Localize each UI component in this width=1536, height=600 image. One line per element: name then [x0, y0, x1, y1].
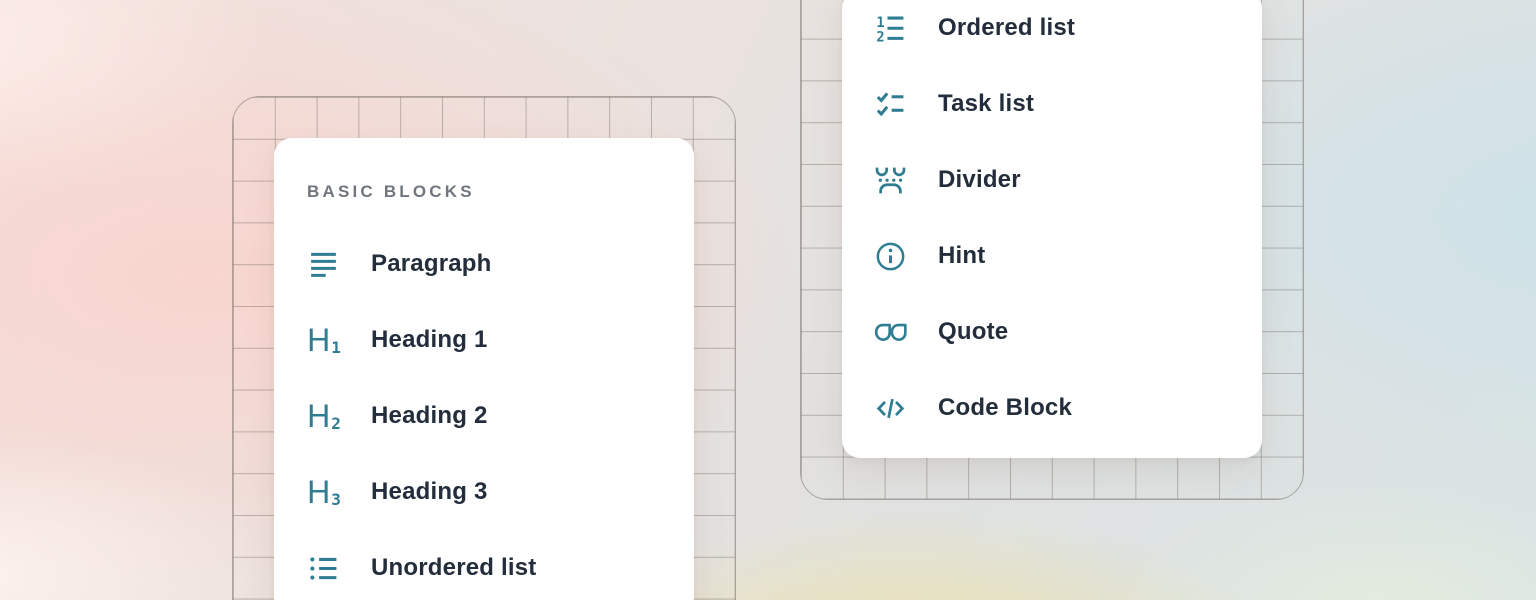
section-title: BASIC BLOCKS [307, 180, 694, 204]
menu-item-label: Heading 1 [371, 326, 488, 354]
gradient-background: BASIC BLOCKS Paragraph H1 Heading 1 H2 H… [0, 0, 1536, 600]
menu-item-label: Paragraph [371, 250, 492, 278]
heading-1-icon: H1 [307, 324, 340, 357]
menu-item-label: Hint [938, 242, 985, 270]
basic-blocks-menu: BASIC BLOCKS Paragraph H1 Heading 1 H2 H… [274, 138, 694, 600]
menu-item-hint[interactable]: Hint [874, 218, 1262, 294]
menu-item-label: Heading 2 [371, 402, 488, 430]
menu-item-divider[interactable]: Divider [874, 142, 1262, 218]
menu-item-heading-3[interactable]: H3 Heading 3 [307, 454, 694, 530]
ordered-list-icon: 1 2 [874, 12, 907, 45]
menu-item-label: Unordered list [371, 554, 537, 582]
svg-text:2: 2 [876, 29, 884, 45]
paragraph-icon [307, 248, 340, 281]
menu-item-code-block[interactable]: Code Block [874, 370, 1262, 446]
menu-item-heading-2[interactable]: H2 Heading 2 [307, 378, 694, 454]
menu-item-label: Divider [938, 166, 1021, 194]
menu-item-heading-1[interactable]: H1 Heading 1 [307, 302, 694, 378]
menu-item-label: Heading 3 [371, 478, 488, 506]
heading-2-icon: H2 [307, 400, 340, 433]
menu-item-ordered-list[interactable]: 1 2 Ordered list [874, 0, 1262, 66]
task-list-icon [874, 88, 907, 121]
menu-item-label: Ordered list [938, 14, 1075, 42]
menu-item-label: Task list [938, 90, 1034, 118]
menu-item-label: Quote [938, 318, 1008, 346]
heading-3-icon: H3 [307, 476, 340, 509]
blocks-menu-continued: 1 2 Ordered list Task list [842, 0, 1262, 458]
menu-item-quote[interactable]: Quote [874, 294, 1262, 370]
divider-icon [874, 164, 907, 197]
code-block-icon [874, 392, 907, 425]
menu-item-task-list[interactable]: Task list [874, 66, 1262, 142]
hint-icon [874, 240, 907, 273]
unordered-list-icon [307, 552, 340, 585]
quote-icon [874, 316, 907, 349]
menu-item-paragraph[interactable]: Paragraph [307, 226, 694, 302]
menu-item-unordered-list[interactable]: Unordered list [307, 530, 694, 600]
menu-item-label: Code Block [938, 394, 1072, 422]
